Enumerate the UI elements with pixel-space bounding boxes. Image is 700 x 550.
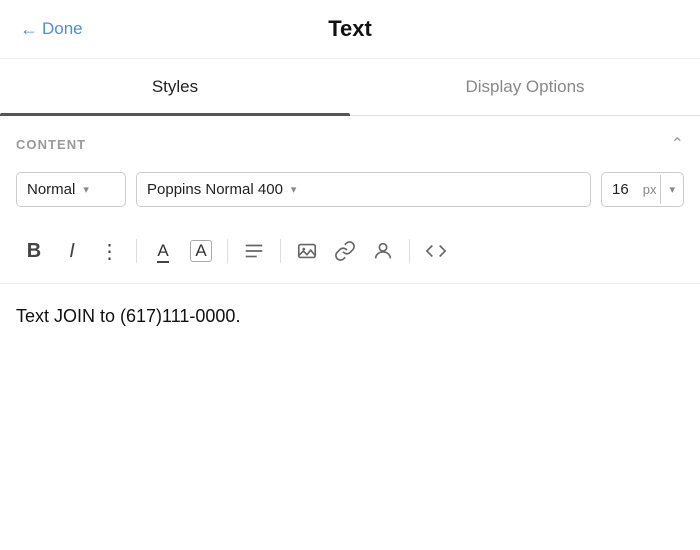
content-section-header: CONTENT ⌃ (0, 116, 700, 168)
tab-display-options[interactable]: Display Options (350, 59, 700, 115)
section-label: CONTENT (16, 137, 86, 152)
bold-button[interactable]: B (16, 233, 52, 269)
paragraph-style-select[interactable]: Normal ▾ (16, 172, 126, 207)
italic-button[interactable]: I (54, 233, 90, 269)
text-color-icon: A (157, 241, 168, 261)
link-button[interactable] (327, 233, 363, 269)
code-icon (425, 240, 447, 262)
font-size-unit: px (639, 182, 661, 197)
separator-1 (136, 239, 137, 263)
controls-row: Normal ▾ Poppins Normal 400 ▾ 16 px ▾ (0, 168, 700, 223)
image-button[interactable] (289, 233, 325, 269)
text-highlight-icon: A (190, 240, 212, 262)
formatting-toolbar: B I ⋮ A A (0, 223, 700, 284)
tab-bar: Styles Display Options (0, 59, 700, 116)
paragraph-style-value: Normal (27, 181, 75, 198)
text-highlight-button[interactable]: A (183, 233, 219, 269)
image-icon (296, 240, 318, 262)
font-select[interactable]: Poppins Normal 400 ▾ (136, 172, 591, 207)
body-text: Text JOIN to (617)111-0000. (0, 284, 700, 349)
font-caret-icon: ▾ (291, 183, 297, 196)
person-button[interactable] (365, 233, 401, 269)
collapse-icon[interactable]: ⌃ (671, 134, 684, 154)
paragraph-style-caret-icon: ▾ (83, 183, 89, 196)
page-title: Text (328, 16, 372, 42)
separator-4 (409, 239, 410, 263)
font-size-control: 16 px ▾ (601, 172, 684, 207)
align-icon (243, 240, 265, 262)
person-icon (372, 240, 394, 262)
header: ← Done Text (0, 0, 700, 59)
back-arrow-icon: ← (20, 19, 38, 40)
done-label: Done (42, 19, 83, 39)
more-options-button[interactable]: ⋮ (92, 233, 128, 269)
separator-2 (227, 239, 228, 263)
font-size-value[interactable]: 16 (602, 173, 639, 206)
code-button[interactable] (418, 233, 454, 269)
body-text-content: Text JOIN to (617)111-0000. (16, 306, 240, 326)
done-button[interactable]: ← Done (20, 19, 83, 40)
font-value: Poppins Normal 400 (147, 181, 283, 198)
text-color-button[interactable]: A (145, 233, 181, 269)
font-size-caret-icon[interactable]: ▾ (660, 175, 683, 204)
separator-3 (280, 239, 281, 263)
tab-styles[interactable]: Styles (0, 59, 350, 115)
more-options-icon: ⋮ (100, 239, 121, 264)
link-icon (334, 240, 356, 262)
align-button[interactable] (236, 233, 272, 269)
